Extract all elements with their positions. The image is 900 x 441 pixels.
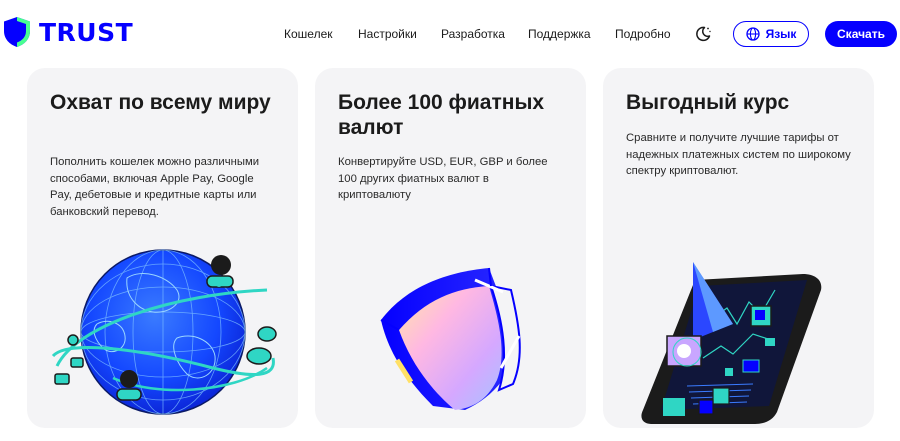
nav-item-development[interactable]: Разработка — [441, 26, 505, 42]
globe-icon — [745, 27, 760, 41]
shield-illustration — [380, 267, 521, 410]
card-description: Сравните и получите лучшие тарифы от над… — [626, 132, 851, 177]
nav-item-wallet[interactable]: Кошелек — [284, 26, 333, 42]
moon-icon[interactable] — [694, 25, 712, 43]
card-title: Выгодный курс — [626, 91, 790, 114]
tablet-chart-illustration — [641, 262, 822, 424]
feature-card-fiat: Более 100 фиатных валют Конвертируйте US… — [315, 68, 586, 428]
site-header: TRUST Кошелек Настройки Разработка Подде… — [0, 0, 900, 68]
nav-item-support[interactable]: Поддержка — [528, 26, 591, 42]
language-label: Язык — [765, 27, 797, 41]
card-description: Конвертируйте USD, EUR, GBP и более 100 … — [338, 156, 548, 201]
nav-item-more[interactable]: Подробно — [615, 26, 671, 42]
card-description: Пополнить кошелек можно различными спосо… — [50, 156, 260, 218]
card-title: Более 100 фиатных валют — [338, 91, 545, 139]
card-title: Охват по всему миру — [50, 91, 271, 114]
feature-card-rate: Выгодный курс Сравните и получите лучшие… — [603, 68, 874, 428]
globe-illustration — [51, 249, 277, 415]
language-button[interactable]: Язык — [733, 21, 809, 47]
download-button[interactable]: Скачать — [825, 21, 897, 47]
feature-card-worldwide: Охват по всему миру Пополнить кошелек мо… — [27, 68, 298, 428]
nav-item-settings[interactable]: Настройки — [358, 26, 417, 42]
